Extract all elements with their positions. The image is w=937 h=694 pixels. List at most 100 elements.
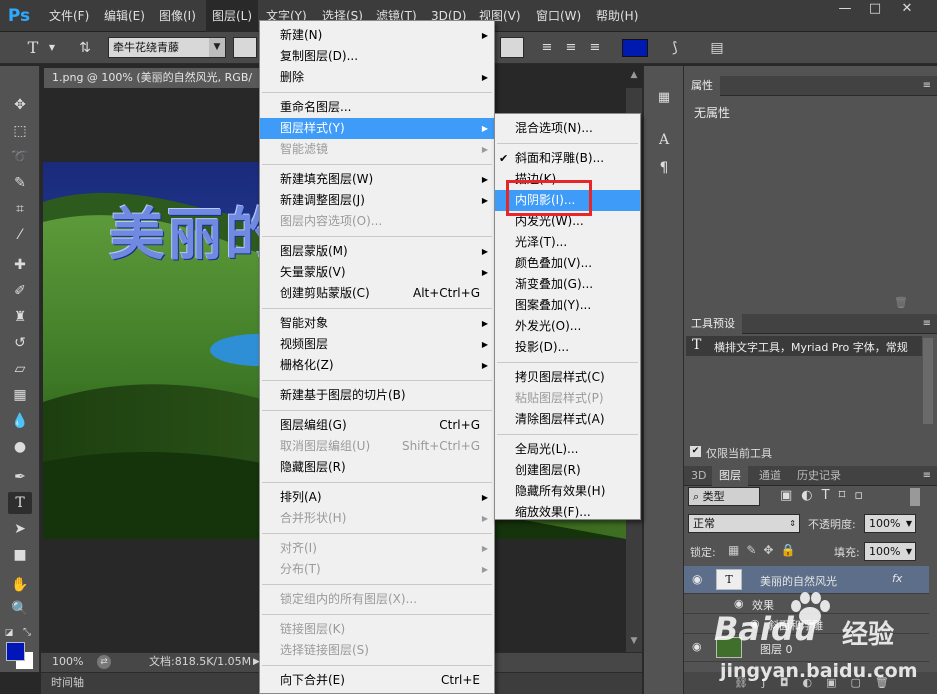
layer_menu-item-3-2[interactable]: 创建剪贴蒙版(C) Alt+Ctrl+G (260, 283, 494, 304)
blend-mode-select[interactable]: 正常 ⇕ (688, 514, 800, 533)
visibility-eye-icon[interactable]: ◉ (750, 617, 760, 630)
tab-3d[interactable]: 3D (684, 466, 713, 486)
maximize-button[interactable]: □ (860, 0, 890, 18)
brush-tool-icon[interactable]: ✐ (8, 280, 32, 302)
opacity-field[interactable]: 100% ▼ (864, 514, 916, 533)
visibility-eye-icon[interactable]: ◉ (734, 597, 744, 610)
paragraph-icon[interactable]: ¶ (654, 160, 674, 180)
zoom-tool-icon[interactable]: 🔍 (8, 598, 32, 620)
tab-layers[interactable]: 图层 (712, 466, 748, 486)
align-right-icon[interactable]: ≡ (586, 37, 604, 59)
layer-row-text[interactable]: ◉ T 美丽的自然风光 fx (684, 566, 929, 594)
layer_menu-item-0-0[interactable]: 新建(N) ▶ (260, 25, 494, 46)
character-icon[interactable]: A (654, 132, 674, 152)
tool-preset-picker[interactable]: T (22, 37, 44, 59)
hand-tool-icon[interactable]: ✋ (8, 574, 32, 596)
style_submenu-item-1-8[interactable]: 外发光(O)... (495, 316, 640, 337)
style_submenu-item-1-6[interactable]: 渐变叠加(G)... (495, 274, 640, 295)
panel-menu-icon[interactable]: ≡ (923, 314, 931, 334)
style_submenu-item-1-4[interactable]: 光泽(T)... (495, 232, 640, 253)
visibility-eye-icon[interactable]: ◉ (692, 572, 702, 586)
panel-menu-icon[interactable]: ≡ (923, 466, 931, 486)
layer_menu-item-11-0[interactable]: 向下合并(E) Ctrl+E (260, 670, 494, 691)
minimize-button[interactable]: — (830, 0, 860, 18)
layer_menu-item-0-1[interactable]: 复制图层(D)... (260, 46, 494, 67)
style_submenu-item-1-7[interactable]: 图案叠加(Y)... (495, 295, 640, 316)
document-tab[interactable]: 1.png @ 100% (美丽的自然风光, RGB/ (44, 68, 276, 88)
tab-channels[interactable]: 通道 (752, 466, 788, 486)
properties-tab[interactable]: 属性 (684, 76, 720, 96)
layers-footer-icons[interactable]: ⛓ƒ◘◐▣▢🗑 (684, 672, 937, 694)
blur-tool-icon[interactable]: 💧 (8, 410, 32, 432)
character-panel-icon[interactable]: ▤ (706, 37, 728, 59)
crop-tool-icon[interactable]: ⌗ (8, 198, 32, 220)
text-orientation-icon[interactable]: ⇅ (72, 37, 98, 59)
style_submenu-item-3-2[interactable]: 隐藏所有效果(H) (495, 481, 640, 502)
layer_menu-item-4-0[interactable]: 智能对象 ▶ (260, 313, 494, 334)
history-brush-tool-icon[interactable]: ↺ (8, 332, 32, 354)
type-tool-icon[interactable]: T (8, 492, 32, 514)
align-left-icon[interactable]: ≡ (538, 37, 556, 59)
layer_menu-item-2-0[interactable]: 新建填充图层(W) ▶ (260, 169, 494, 190)
layer_menu-item-7-0[interactable]: 排列(A) ▶ (260, 487, 494, 508)
path-selection-tool-icon[interactable]: ➤ (8, 518, 32, 540)
style_submenu-item-1-9[interactable]: 投影(D)... (495, 337, 640, 358)
scroll-down-icon[interactable]: ▼ (628, 636, 640, 650)
style_submenu-item-3-1[interactable]: 创建图层(R) (495, 460, 640, 481)
style_submenu-item-1-5[interactable]: 颜色叠加(V)... (495, 253, 640, 274)
fx-badge[interactable]: fx (892, 572, 902, 585)
lock-icons[interactable]: ▦✎✥🔒 (728, 543, 802, 557)
layer_menu-item-1-0[interactable]: 重命名图层... (260, 97, 494, 118)
eraser-tool-icon[interactable]: ▱ (8, 358, 32, 380)
menu-image[interactable]: 图像(I) (153, 0, 202, 32)
brush-preset-icon[interactable]: ▦ (654, 90, 674, 110)
layer_menu-item-0-2[interactable]: 删除 ▶ (260, 67, 494, 88)
layer-effect-item-row[interactable]: ◉ 斜面和浮雕 (684, 614, 929, 634)
fill-field[interactable]: 100% ▼ (864, 542, 916, 561)
layer_menu-item-2-1[interactable]: 新建调整图层(J) ▶ (260, 190, 494, 211)
text-color-swatch[interactable] (622, 39, 648, 57)
layer_menu-item-6-0[interactable]: 图层编组(G) Ctrl+G (260, 415, 494, 436)
font-style-select[interactable] (233, 37, 257, 58)
tab-history[interactable]: 历史记录 (790, 466, 848, 486)
foreground-color-swatch[interactable] (6, 642, 25, 661)
layer-filter-select[interactable]: ⌕ 类型 (688, 487, 760, 506)
menu-layer[interactable]: 图层(L) (206, 0, 259, 32)
layer-name[interactable]: 图层 0 (760, 641, 793, 657)
gradient-tool-icon[interactable]: ▦ (8, 384, 32, 406)
move-tool-icon[interactable]: ✥ (8, 94, 32, 116)
style_submenu-item-1-0[interactable]: 斜面和浮雕(B)... ✔ (495, 148, 640, 169)
warp-text-icon[interactable]: ⟆ (664, 37, 686, 59)
scroll-up-icon[interactable]: ▲ (628, 70, 640, 84)
close-button[interactable]: ✕ (892, 0, 922, 18)
tool-presets-tab[interactable]: 工具预设 (684, 314, 742, 334)
layer-filter-icons[interactable]: ▣◐T⌑▫ (780, 488, 920, 503)
swap-colors-icon[interactable]: ⤡ (20, 622, 34, 644)
lasso-tool-icon[interactable]: ➰ (8, 146, 32, 168)
menu-edit[interactable]: 编辑(E) (98, 0, 151, 32)
zoom-level[interactable]: 100% (52, 653, 83, 671)
share-icon[interactable]: ⇄ (97, 655, 111, 669)
layer_menu-item-6-2[interactable]: 隐藏图层(R) (260, 457, 494, 478)
layer_menu-item-4-1[interactable]: 视频图层 ▶ (260, 334, 494, 355)
menu-help[interactable]: 帮助(H) (590, 0, 644, 32)
filter-toggle[interactable] (910, 488, 920, 506)
tool-preset-row[interactable]: T 横排文字工具，Myriad Pro 字体，常规 (686, 336, 922, 356)
trash-icon[interactable]: 🗑 (894, 296, 908, 309)
style_submenu-item-3-3[interactable]: 缩放效果(F)... (495, 502, 640, 523)
tool-preset-arrow-icon[interactable]: ▼ (46, 37, 58, 59)
style_submenu-item-3-0[interactable]: 全局光(L)... (495, 439, 640, 460)
align-center-icon[interactable]: ≡ (562, 37, 580, 59)
healing-brush-tool-icon[interactable]: ✚ (8, 254, 32, 276)
layer_menu-item-3-1[interactable]: 矢量蒙版(V) ▶ (260, 262, 494, 283)
layer_menu-item-3-0[interactable]: 图层蒙版(M) ▶ (260, 241, 494, 262)
panel-menu-icon[interactable]: ≡ (923, 76, 931, 96)
menu-file[interactable]: 文件(F) (43, 0, 95, 32)
style_submenu-item-2-0[interactable]: 拷贝图层样式(C) (495, 367, 640, 388)
rectangle-tool-icon[interactable]: ■ (8, 544, 32, 566)
quick-select-tool-icon[interactable]: ✎ (8, 172, 32, 194)
only-current-tool-checkbox[interactable]: ✔ (690, 446, 701, 457)
pen-tool-icon[interactable]: ✒ (8, 466, 32, 488)
font-size-select[interactable] (500, 37, 524, 58)
dodge-tool-icon[interactable]: ● (8, 436, 32, 458)
